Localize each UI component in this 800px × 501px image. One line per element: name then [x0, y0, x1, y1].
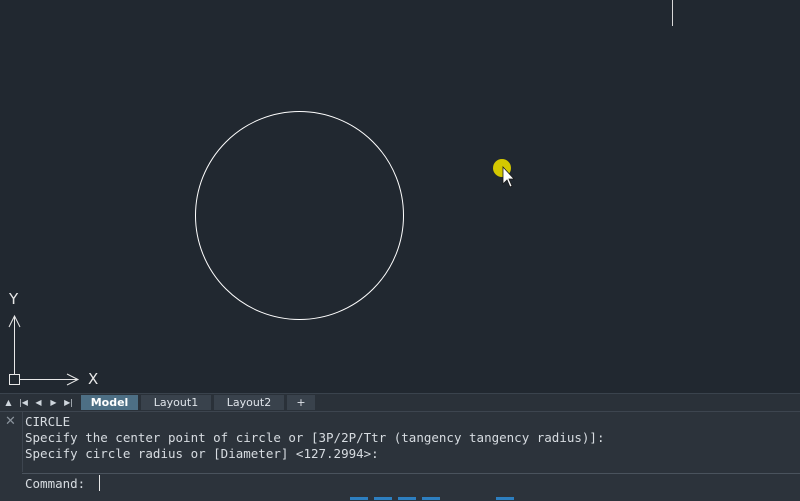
drawing-svg[interactable] [0, 0, 800, 393]
drawing-canvas[interactable]: Y X [0, 0, 800, 393]
ucs-icon [8, 314, 80, 386]
close-icon[interactable]: ✕ [5, 415, 19, 429]
prev-layout-icon[interactable]: ◀ [32, 395, 45, 410]
y-axis-label: Y [9, 290, 19, 308]
history-line: Specify the center point of circle or [3… [25, 430, 605, 445]
history-line: CIRCLE [25, 414, 71, 429]
first-layout-icon[interactable]: |◀ [17, 395, 30, 410]
tab-layout1[interactable]: Layout1 [141, 395, 211, 410]
command-divider [22, 473, 800, 474]
command-line-panel: ✕ CIRCLE Specify the center point of cir… [0, 411, 800, 501]
panel-grip [22, 412, 23, 472]
next-layout-icon[interactable]: ▶ [47, 395, 60, 410]
last-layout-icon[interactable]: ▶| [62, 395, 75, 410]
text-caret [99, 475, 100, 491]
history-line: Specify circle radius or [Diameter] <127… [25, 446, 379, 461]
tab-layout2[interactable]: Layout2 [214, 395, 284, 410]
tab-model[interactable]: Model [81, 395, 138, 410]
add-layout-button[interactable]: + [287, 395, 315, 410]
scroll-tabs-up-icon[interactable]: ▲ [2, 395, 15, 410]
command-prompt-label: Command: [25, 476, 86, 491]
x-axis-label: X [88, 370, 99, 388]
command-input[interactable] [98, 475, 788, 492]
layout-tab-bar: ▲ |◀ ◀ ▶ ▶| Model Layout1 Layout2 + [0, 393, 800, 411]
circle-entity[interactable] [195, 111, 404, 320]
